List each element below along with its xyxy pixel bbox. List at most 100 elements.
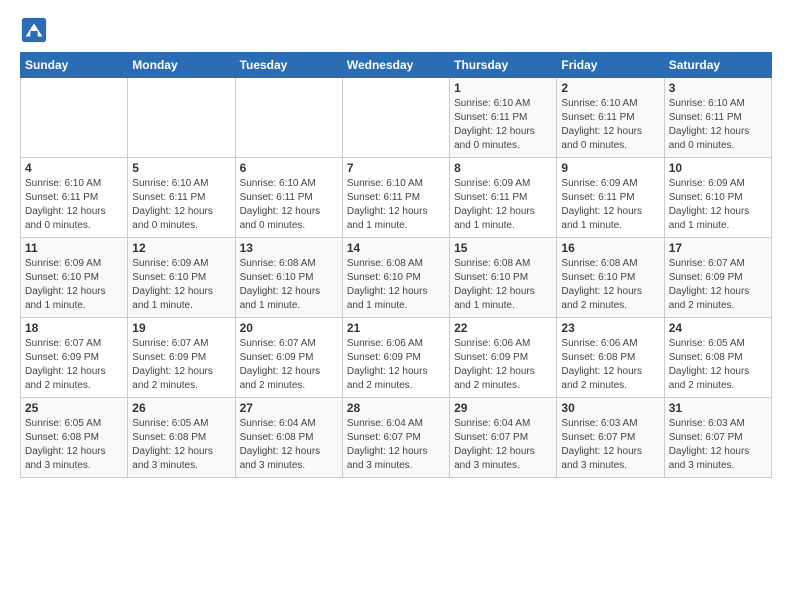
day-number: 4 [25, 161, 123, 175]
day-info: Sunrise: 6:06 AM Sunset: 6:09 PM Dayligh… [454, 337, 552, 393]
day-number: 18 [25, 321, 123, 335]
day-number: 27 [240, 401, 338, 415]
calendar-week-row: 4 Sunrise: 6:10 AM Sunset: 6:11 PM Daylig… [21, 158, 772, 238]
calendar-day-cell [21, 78, 128, 158]
calendar-day-cell: 21 Sunrise: 6:06 AM Sunset: 6:09 PM Dayli… [342, 318, 449, 398]
day-number: 24 [669, 321, 767, 335]
day-number: 26 [132, 401, 230, 415]
day-info: Sunrise: 6:05 AM Sunset: 6:08 PM Dayligh… [25, 417, 123, 473]
day-info: Sunrise: 6:03 AM Sunset: 6:07 PM Dayligh… [561, 417, 659, 473]
calendar-day-cell: 19 Sunrise: 6:07 AM Sunset: 6:09 PM Dayli… [128, 318, 235, 398]
calendar-day-cell: 28Sunrise: 6:04 AM Sunset: 6:07 PM Dayli… [342, 398, 449, 478]
day-info: Sunrise: 6:08 AM Sunset: 6:10 PM Dayligh… [561, 257, 659, 313]
day-number: 21 [347, 321, 445, 335]
calendar-day-cell: 27Sunrise: 6:04 AM Sunset: 6:08 PM Dayli… [235, 398, 342, 478]
day-number: 22 [454, 321, 552, 335]
calendar-day-cell: 18Sunrise: 6:07 AM Sunset: 6:09 PM Dayli… [21, 318, 128, 398]
day-number: 12 [132, 241, 230, 255]
calendar-day-cell: 10Sunrise: 6:09 AM Sunset: 6:10 PM Dayli… [664, 158, 771, 238]
day-number: 19 [132, 321, 230, 335]
day-info: Sunrise: 6:09 AM Sunset: 6:10 PM Dayligh… [669, 177, 767, 233]
day-info: Sunrise: 6:06 AM Sunset: 6:09 PM Dayligh… [347, 337, 445, 393]
calendar-day-cell: 16 Sunrise: 6:08 AM Sunset: 6:10 PM Dayli… [557, 238, 664, 318]
day-info: Sunrise: 6:07 AM Sunset: 6:09 PM Dayligh… [240, 337, 338, 393]
day-number: 29 [454, 401, 552, 415]
day-number: 5 [132, 161, 230, 175]
day-number: 23 [561, 321, 659, 335]
day-info: Sunrise: 6:10 AM Sunset: 6:11 PM Dayligh… [669, 97, 767, 153]
day-number: 16 [561, 241, 659, 255]
day-of-week-header: Wednesday [342, 53, 449, 78]
day-number: 8 [454, 161, 552, 175]
day-number: 3 [669, 81, 767, 95]
calendar-table: SundayMondayTuesdayWednesdayThursdayFrid… [20, 52, 772, 478]
day-info: Sunrise: 6:10 AM Sunset: 6:11 PM Dayligh… [25, 177, 123, 233]
calendar-day-cell: 26Sunrise: 6:05 AM Sunset: 6:08 PM Dayli… [128, 398, 235, 478]
day-number: 7 [347, 161, 445, 175]
day-info: Sunrise: 6:05 AM Sunset: 6:08 PM Dayligh… [669, 337, 767, 393]
logo-icon [20, 16, 48, 44]
day-number: 25 [25, 401, 123, 415]
calendar-day-cell: 29Sunrise: 6:04 AM Sunset: 6:07 PM Dayli… [450, 398, 557, 478]
calendar-day-cell [342, 78, 449, 158]
day-info: Sunrise: 6:09 AM Sunset: 6:10 PM Dayligh… [132, 257, 230, 313]
day-number: 11 [25, 241, 123, 255]
calendar-day-cell: 13 Sunrise: 6:08 AM Sunset: 6:10 PM Dayli… [235, 238, 342, 318]
day-number: 20 [240, 321, 338, 335]
calendar-header: SundayMondayTuesdayWednesdayThursdayFrid… [21, 53, 772, 78]
logo [20, 16, 52, 44]
calendar-day-cell: 2 Sunrise: 6:10 AM Sunset: 6:11 PM Daylig… [557, 78, 664, 158]
day-number: 13 [240, 241, 338, 255]
day-of-week-header: Monday [128, 53, 235, 78]
day-info: Sunrise: 6:03 AM Sunset: 6:07 PM Dayligh… [669, 417, 767, 473]
calendar-week-row: 1 Sunrise: 6:10 AM Sunset: 6:11 PM Daylig… [21, 78, 772, 158]
calendar-day-cell: 3 Sunrise: 6:10 AM Sunset: 6:11 PM Daylig… [664, 78, 771, 158]
page-header [20, 16, 772, 44]
calendar-day-cell: 1 Sunrise: 6:10 AM Sunset: 6:11 PM Daylig… [450, 78, 557, 158]
calendar-body: 1 Sunrise: 6:10 AM Sunset: 6:11 PM Daylig… [21, 78, 772, 478]
calendar-day-cell: 25 Sunrise: 6:05 AM Sunset: 6:08 PM Dayli… [21, 398, 128, 478]
calendar-day-cell: 15 Sunrise: 6:08 AM Sunset: 6:10 PM Dayli… [450, 238, 557, 318]
day-number: 1 [454, 81, 552, 95]
day-info: Sunrise: 6:08 AM Sunset: 6:10 PM Dayligh… [240, 257, 338, 313]
day-number: 14 [347, 241, 445, 255]
day-info: Sunrise: 6:08 AM Sunset: 6:10 PM Dayligh… [347, 257, 445, 313]
day-info: Sunrise: 6:07 AM Sunset: 6:09 PM Dayligh… [132, 337, 230, 393]
calendar-day-cell: 11Sunrise: 6:09 AM Sunset: 6:10 PM Dayli… [21, 238, 128, 318]
day-of-week-header: Saturday [664, 53, 771, 78]
calendar-day-cell: 6Sunrise: 6:10 AM Sunset: 6:11 PM Daylig… [235, 158, 342, 238]
day-number: 28 [347, 401, 445, 415]
day-number: 6 [240, 161, 338, 175]
calendar-day-cell: 9Sunrise: 6:09 AM Sunset: 6:11 PM Daylig… [557, 158, 664, 238]
calendar-day-cell: 8Sunrise: 6:09 AM Sunset: 6:11 PM Daylig… [450, 158, 557, 238]
calendar-day-cell: 31 Sunrise: 6:03 AM Sunset: 6:07 PM Dayli… [664, 398, 771, 478]
day-of-week-header: Sunday [21, 53, 128, 78]
day-of-week-header: Tuesday [235, 53, 342, 78]
day-info: Sunrise: 6:08 AM Sunset: 6:10 PM Dayligh… [454, 257, 552, 313]
day-header-row: SundayMondayTuesdayWednesdayThursdayFrid… [21, 53, 772, 78]
calendar-day-cell [128, 78, 235, 158]
calendar-day-cell: 24 Sunrise: 6:05 AM Sunset: 6:08 PM Dayli… [664, 318, 771, 398]
day-number: 15 [454, 241, 552, 255]
calendar-week-row: 11 Sunrise: 6:09 AM Sunset: 6:10 PM Dayli… [21, 238, 772, 318]
day-info: Sunrise: 6:09 AM Sunset: 6:11 PM Dayligh… [561, 177, 659, 233]
calendar-day-cell [235, 78, 342, 158]
day-number: 17 [669, 241, 767, 255]
calendar-day-cell: 12 Sunrise: 6:09 AM Sunset: 6:10 PM Dayli… [128, 238, 235, 318]
day-of-week-header: Thursday [450, 53, 557, 78]
calendar-day-cell: 14 Sunrise: 6:08 AM Sunset: 6:10 PM Dayli… [342, 238, 449, 318]
day-info: Sunrise: 6:10 AM Sunset: 6:11 PM Dayligh… [454, 97, 552, 153]
calendar-day-cell: 30 Sunrise: 6:03 AM Sunset: 6:07 PM Dayli… [557, 398, 664, 478]
day-number: 30 [561, 401, 659, 415]
day-number: 31 [669, 401, 767, 415]
day-info: Sunrise: 6:10 AM Sunset: 6:11 PM Dayligh… [561, 97, 659, 153]
calendar-day-cell: 7Sunrise: 6:10 AM Sunset: 6:11 PM Daylig… [342, 158, 449, 238]
day-info: Sunrise: 6:07 AM Sunset: 6:09 PM Dayligh… [669, 257, 767, 313]
calendar-day-cell: 23Sunrise: 6:06 AM Sunset: 6:08 PM Dayli… [557, 318, 664, 398]
calendar-day-cell: 22 Sunrise: 6:06 AM Sunset: 6:09 PM Dayli… [450, 318, 557, 398]
calendar-day-cell: 4 Sunrise: 6:10 AM Sunset: 6:11 PM Daylig… [21, 158, 128, 238]
day-info: Sunrise: 6:10 AM Sunset: 6:11 PM Dayligh… [132, 177, 230, 233]
calendar-day-cell: 17 Sunrise: 6:07 AM Sunset: 6:09 PM Dayli… [664, 238, 771, 318]
calendar-week-row: 25 Sunrise: 6:05 AM Sunset: 6:08 PM Dayli… [21, 398, 772, 478]
day-number: 2 [561, 81, 659, 95]
